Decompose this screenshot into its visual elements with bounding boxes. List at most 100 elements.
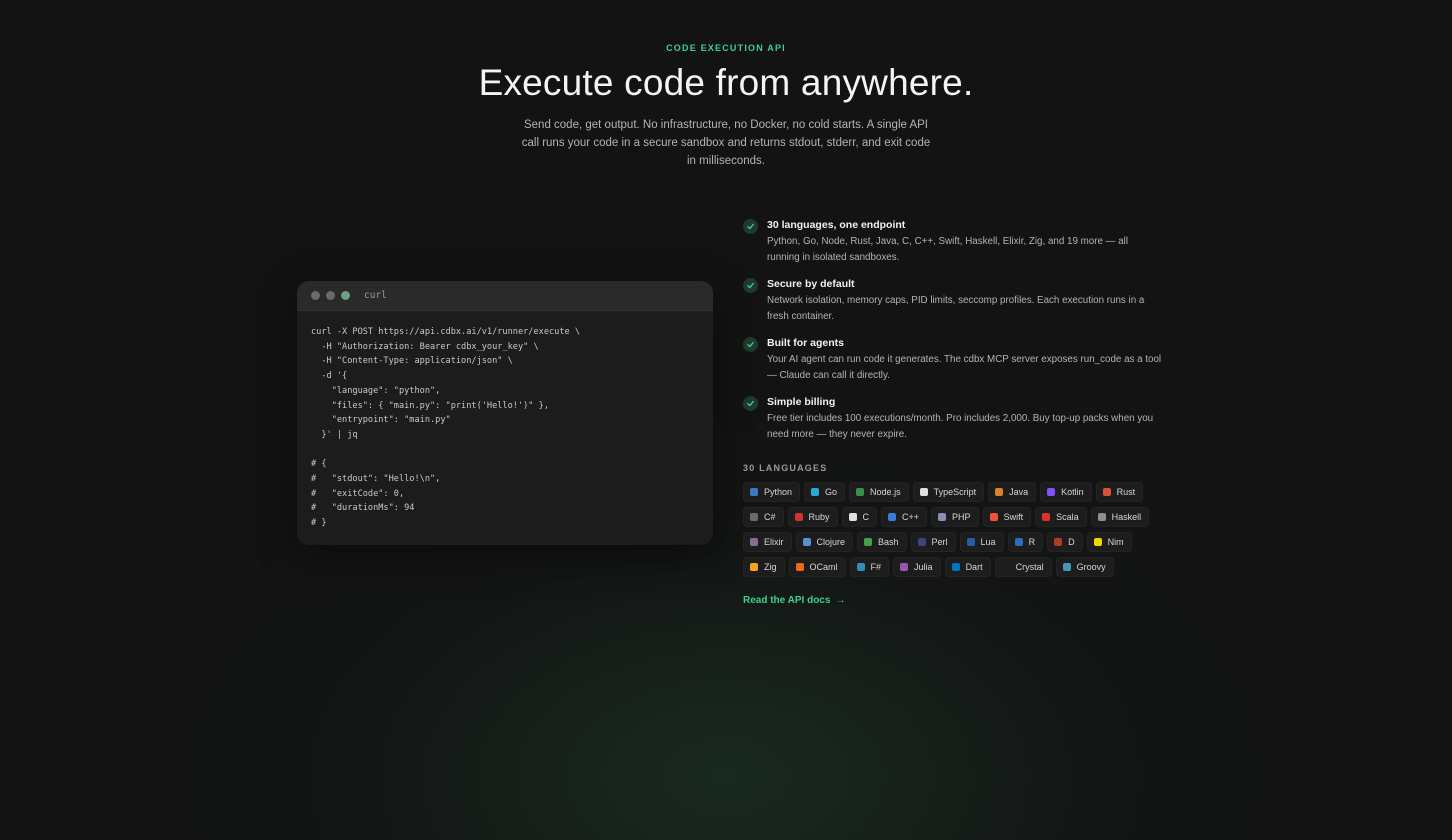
language-chip: Scala [1035,507,1087,527]
language-chip: Python [743,482,801,502]
language-chip: D [1047,532,1083,552]
language-chip: Bash [857,532,907,552]
language-chip-label: Nim [1107,537,1124,547]
language-chip-label: Java [1009,487,1029,497]
check-icon [743,337,758,352]
language-chip: R [1007,532,1044,552]
language-chip: Nim [1086,532,1132,552]
api-docs-link-label: Read the API docs [743,595,831,606]
language-chip: Elixir [743,532,792,552]
language-chip-label: Python [764,487,793,497]
language-logo-icon [750,488,758,496]
language-chip: Dart [944,557,991,577]
feature-item: Secure by default Network isolation, mem… [743,277,1163,324]
language-chip-label: Zig [764,562,777,572]
language-logo-icon [1097,513,1106,521]
feature-description: Network isolation, memory caps, PID limi… [767,295,1145,322]
window-dot-icon [326,291,335,300]
hero-subtitle: Send code, get output. No infrastructure… [521,119,931,167]
language-chip-label: R [1028,537,1036,547]
language-logo-icon [794,513,803,521]
language-chip-label: C# [764,512,776,522]
language-chip: Groovy [1055,557,1114,577]
languages-heading: 30 LANGUAGES [743,463,828,473]
code-example-card: curl curl -X POST https://api.cdbx.ai/v1… [297,281,713,545]
language-chip-label: Kotlin [1061,487,1084,497]
language-logo-icon [750,538,758,546]
language-chip: Clojure [795,532,854,552]
language-chip: Node.js [849,482,909,502]
feature-item: Simple billing Free tier includes 100 ex… [743,395,1163,442]
window-dot-icon [341,291,350,300]
language-chip: Java [988,482,1037,502]
language-logo-icon [995,488,1004,496]
language-chip: C# [743,507,784,527]
code-tab-label[interactable]: curl [364,290,387,301]
language-chip: OCaml [788,557,846,577]
language-chip: TypeScript [912,482,985,502]
api-docs-link[interactable]: Read the API docs → [743,595,845,606]
language-chip-label: Crystal [1015,562,1044,572]
code-snippet: curl -X POST https://api.cdbx.ai/v1/runn… [311,327,581,529]
language-logo-icon [938,513,947,521]
language-chip: Haskell [1090,507,1150,527]
language-logo-icon [1062,563,1071,571]
language-chip-label: Groovy [1076,562,1106,572]
language-logo-icon [750,563,758,571]
language-logo-icon [1001,563,1010,571]
language-chip-label: D [1068,537,1075,547]
feature-description: Your AI agent can run code it generates.… [767,354,1162,381]
language-chip-label: Dart [965,562,983,572]
language-logo-icon [966,538,975,546]
language-chip-label: Bash [878,537,899,547]
language-logo-icon [1014,538,1023,546]
language-logo-icon [795,563,804,571]
language-chip-label: C [862,512,870,522]
language-chip-label: Swift [1003,512,1024,522]
feature-title: 30 languages, one endpoint [767,219,906,231]
page-title: Execute code from anywhere. [478,62,974,103]
language-logo-icon [919,488,928,496]
language-logo-icon [864,538,873,546]
language-chip: C [841,507,878,527]
language-logo-icon [802,538,811,546]
language-chip-label: PHP [952,512,971,522]
feature-description: Free tier includes 100 executions/month.… [767,413,1154,440]
language-chip: Rust [1095,482,1144,502]
window-dot-icon [311,291,320,300]
language-logo-icon [1047,488,1056,496]
feature-item: 30 languages, one endpoint Python, Go, N… [743,218,1163,265]
feature-description: Python, Go, Node, Rust, Java, C, C++, Sw… [767,236,1128,263]
language-logo-icon [856,488,865,496]
check-icon [743,278,758,293]
language-logo-icon [917,538,926,546]
language-chip: F# [849,557,890,577]
language-chip-label: TypeScript [933,487,977,497]
language-chip: Lua [959,532,1004,552]
language-chip: C++ [881,507,928,527]
language-chip-label: Julia [914,562,933,572]
language-chip-label: C++ [902,512,920,522]
language-chip-label: OCaml [809,562,838,572]
check-icon [743,219,758,234]
language-logo-icon [1042,513,1051,521]
language-logo-icon [1093,538,1102,546]
language-chip-label: Ruby [808,512,830,522]
language-logo-icon [900,563,909,571]
feature-item: Built for agents Your AI agent can run c… [743,336,1163,383]
language-chip-label: Elixir [764,537,784,547]
language-chip: Ruby [787,507,838,527]
arrow-right-icon: → [835,595,846,606]
language-chip: Kotlin [1040,482,1092,502]
feature-title: Simple billing [767,396,836,408]
language-chip-label: Perl [931,537,948,547]
language-chip: Zig [743,557,785,577]
language-chip-label: Scala [1056,512,1079,522]
language-chip: Julia [893,557,941,577]
language-chip: PHP [931,507,979,527]
language-logo-icon [1102,488,1111,496]
language-chip-label: Lua [980,537,996,547]
eyebrow-label: CODE EXECUTION API [666,43,786,53]
language-chip-label: F# [870,562,882,572]
feature-title: Built for agents [767,337,845,349]
